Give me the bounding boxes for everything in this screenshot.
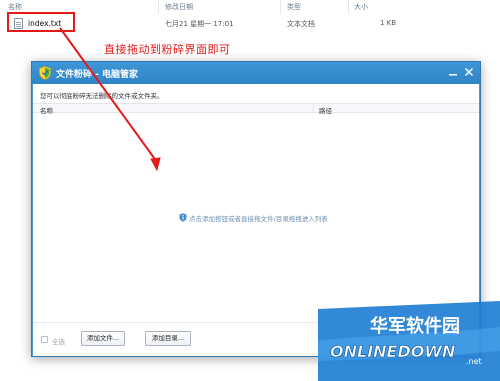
highlight-box	[7, 12, 75, 32]
shield-icon	[39, 66, 51, 80]
column-separator	[348, 0, 349, 14]
drop-zone[interactable]: 点击添加按钮或者直接拖文件/目录拖拽进入列表	[33, 114, 479, 321]
add-folder-button[interactable]: 添加目录...	[145, 331, 191, 346]
dialog-bottom-bar: 全选 添加文件... 添加目录...	[33, 322, 479, 356]
column-separator	[280, 0, 281, 14]
file-type: 文本文档	[287, 20, 315, 28]
dialog-content: 您可以彻底粉碎无法删除的文件或文件夹。 名称 路径 点击添加按钮或者直接拖文件/…	[33, 84, 479, 356]
select-all-label: 全选	[52, 338, 65, 346]
column-separator	[313, 104, 314, 113]
column-header-modified[interactable]: 修改日期	[165, 2, 193, 12]
shield-info-icon	[179, 213, 187, 222]
annotation-text: 直接拖动到粉碎界面即可	[104, 43, 231, 56]
dialog-title: 文件粉碎 - 电脑管家	[56, 70, 139, 80]
column-header-name[interactable]: 名称	[8, 2, 22, 12]
file-modified-date: 七月21 星期一 17:01	[165, 20, 234, 28]
file-shredder-dialog: 文件粉碎 - 电脑管家 您可以彻底粉碎无法删除的文件或文件夹。 名称 路径 点击…	[31, 61, 481, 357]
column-header-type[interactable]: 类型	[287, 2, 301, 12]
list-header: 名称 路径	[33, 103, 479, 115]
dialog-titlebar[interactable]: 文件粉碎 - 电脑管家	[32, 62, 480, 84]
close-icon[interactable]	[462, 65, 476, 79]
file-size: 1 KB	[380, 19, 397, 27]
minimize-icon[interactable]	[446, 65, 460, 79]
add-file-button[interactable]: 添加文件...	[81, 331, 125, 346]
select-all-checkbox[interactable]	[41, 336, 48, 343]
file-row-index-txt[interactable]: index.txt	[6, 14, 498, 34]
column-header-size[interactable]: 大小	[354, 2, 368, 12]
dialog-hint: 您可以彻底粉碎无法删除的文件或文件夹。	[40, 92, 164, 100]
drop-hint-text: 点击添加按钮或者直接拖文件/目录拖拽进入列表	[189, 215, 328, 223]
column-separator	[158, 0, 159, 14]
